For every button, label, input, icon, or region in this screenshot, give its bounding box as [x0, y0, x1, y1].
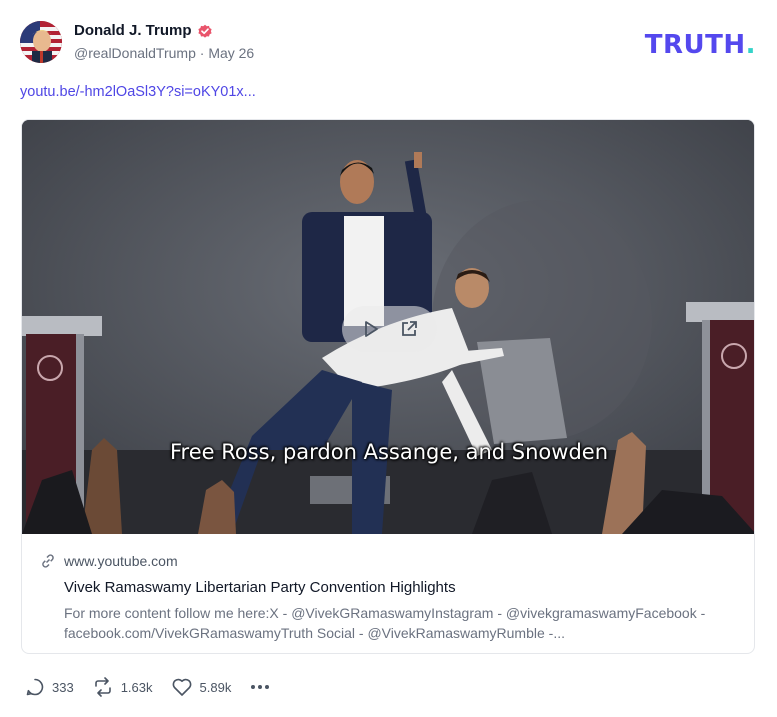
separator: ·	[199, 45, 205, 61]
like-count: 5.89k	[199, 679, 232, 695]
author-name-text: Donald J. Trump	[74, 22, 192, 39]
link-icon	[40, 553, 56, 569]
retruth-button[interactable]: 1.63k	[92, 677, 153, 697]
player-controls	[342, 306, 437, 352]
like-button[interactable]: 5.89k	[171, 677, 232, 697]
avatar[interactable]	[20, 21, 62, 63]
card-body: www.youtube.com Vivek Ramaswamy Libertar…	[22, 534, 754, 653]
heart-icon	[172, 678, 191, 696]
reply-icon	[26, 678, 44, 696]
retruth-icon	[94, 677, 111, 697]
card-description: For more content follow me here:X - @Viv…	[64, 605, 706, 641]
author-name[interactable]: Donald J. Trump	[74, 22, 213, 39]
more-icon[interactable]	[249, 681, 271, 693]
link-preview-card[interactable]: Free Ross, pardon Assange, and Snowden w…	[21, 119, 755, 654]
handle-and-date: @realDonaldTrump · May 26	[74, 45, 254, 61]
video-subtitle: Free Ross, pardon Assange, and Snowden	[169, 440, 609, 464]
retruth-count: 1.63k	[120, 679, 153, 695]
post-link[interactable]: youtu.be/-hm2lOaSl3Y?si=oKY01x...	[20, 84, 256, 100]
card-domain: www.youtube.com	[64, 553, 178, 569]
post-date[interactable]: May 26	[208, 45, 254, 61]
post-actions: 333 1.63k 5.89k	[25, 676, 271, 698]
reply-button[interactable]: 333	[25, 677, 74, 697]
verified-badge-icon	[197, 23, 213, 39]
play-icon[interactable]	[360, 318, 382, 340]
external-link-icon[interactable]	[398, 318, 420, 340]
truth-post: Donald J. Trump @realDonaldTrump · May 2…	[0, 0, 777, 717]
card-domain-row: www.youtube.com	[40, 552, 736, 570]
video-preview[interactable]: Free Ross, pardon Assange, and Snowden	[22, 120, 754, 534]
truth-logo[interactable]: TRUTH.	[645, 30, 756, 60]
card-title[interactable]: Vivek Ramaswamy Libertarian Party Conven…	[40, 578, 736, 597]
handle[interactable]: @realDonaldTrump	[74, 45, 196, 61]
truth-logo-dot: .	[745, 30, 756, 60]
reply-count: 333	[52, 679, 74, 695]
truth-logo-text: TRUTH	[644, 30, 746, 60]
